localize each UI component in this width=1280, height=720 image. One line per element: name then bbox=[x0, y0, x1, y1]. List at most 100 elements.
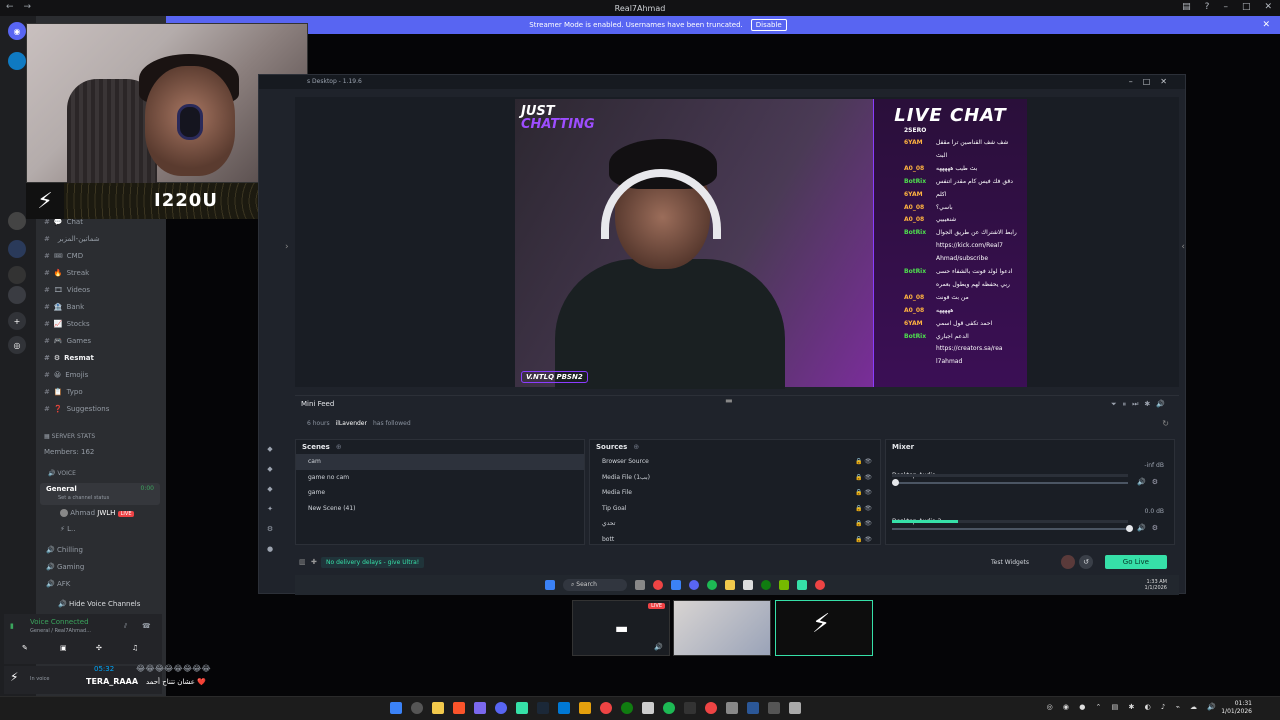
replay-icon[interactable]: ↺ bbox=[1079, 555, 1093, 569]
system-tray[interactable]: ◎ ◉ ● ⌃ ▤ ✱ ◐ ♪ ⌁ ☁ 🔊 bbox=[1047, 703, 1220, 711]
close-banner-icon[interactable]: ✕ bbox=[1262, 20, 1270, 30]
chrome-icon[interactable] bbox=[814, 580, 825, 590]
volume-slider[interactable] bbox=[892, 482, 1128, 484]
app-icon[interactable] bbox=[516, 702, 528, 714]
voice-category[interactable]: 🔊 VOICE bbox=[48, 470, 76, 477]
channel-item[interactable]: # 😀 Emojis bbox=[44, 371, 88, 379]
visibility-lock-icon[interactable]: 🔒 👁 bbox=[855, 470, 872, 486]
tool-icon[interactable]: ◆ bbox=[259, 445, 281, 465]
tool-icon[interactable]: ✦ bbox=[259, 505, 281, 525]
steam-icon[interactable] bbox=[670, 580, 681, 590]
minimize-icon[interactable]: – bbox=[1223, 2, 1228, 12]
steam-icon[interactable] bbox=[537, 702, 549, 714]
app-icon[interactable] bbox=[600, 702, 612, 714]
source-item[interactable]: Tip Goal 🔒 👁 bbox=[590, 501, 880, 517]
tool-icon[interactable]: ◆ bbox=[259, 465, 281, 485]
search-icon[interactable] bbox=[411, 702, 423, 714]
channel-item[interactable]: # 📋 Typo bbox=[44, 388, 83, 396]
nested-search[interactable]: ⌕ Search bbox=[563, 579, 627, 591]
scene-item[interactable]: game bbox=[296, 485, 584, 501]
refresh-icon[interactable]: ↻ bbox=[1162, 419, 1169, 428]
source-item[interactable]: Browser Source 🔒 👁 bbox=[590, 454, 880, 470]
visibility-lock-icon[interactable]: 🔒 👁 bbox=[855, 532, 872, 548]
collapse-left-icon[interactable]: › bbox=[285, 242, 289, 252]
visibility-lock-icon[interactable]: 🔒 👁 bbox=[855, 501, 872, 517]
windows-start-icon[interactable] bbox=[545, 580, 555, 590]
maximize-icon[interactable]: □ bbox=[1242, 2, 1251, 12]
brave-icon[interactable] bbox=[453, 702, 465, 714]
channel-item[interactable]: # 🔥 Streak bbox=[44, 269, 89, 277]
test-widgets-button[interactable]: Test Widgets bbox=[991, 559, 1029, 566]
channel-status[interactable]: Set a channel status bbox=[58, 495, 109, 501]
voice-channel-afk[interactable]: 🔊 AFK bbox=[46, 580, 70, 588]
collapse-right-icon[interactable]: ‹ bbox=[1181, 242, 1185, 252]
xbox-icon[interactable] bbox=[621, 702, 633, 714]
source-item[interactable]: تحدي 🔒 👁 bbox=[590, 516, 880, 532]
stats-icon[interactable]: ▥ bbox=[299, 558, 306, 566]
record-icon[interactable] bbox=[1061, 555, 1075, 569]
voice-user[interactable]: Ahmad JWLH LIVE bbox=[60, 509, 135, 517]
volume-knob[interactable] bbox=[1126, 525, 1133, 532]
close-icon[interactable]: ✕ bbox=[1264, 2, 1272, 12]
channel-item[interactable]: # ❓ Suggestions bbox=[44, 405, 109, 413]
server-icon[interactable] bbox=[8, 286, 26, 304]
window-thumbnail[interactable]: ⚡ bbox=[775, 600, 873, 656]
spotify-icon[interactable] bbox=[706, 580, 717, 590]
app-icon[interactable] bbox=[579, 702, 591, 714]
server-icon[interactable] bbox=[8, 212, 26, 230]
help-icon[interactable]: ? bbox=[1205, 2, 1210, 12]
screen-share-icon[interactable]: ▣ bbox=[60, 644, 67, 652]
window-controls[interactable]: ▤? – □ ✕ bbox=[1182, 2, 1272, 12]
app-icon[interactable] bbox=[684, 702, 696, 714]
voice-channel-chilling[interactable]: 🔊 Chilling bbox=[46, 546, 83, 554]
source-item[interactable]: bott 🔒 👁 bbox=[590, 532, 880, 548]
add-scene-icon[interactable]: ⊕ bbox=[336, 440, 342, 454]
channel-item[interactable]: # 🎟 CMD bbox=[44, 252, 83, 260]
mute-settings-icons[interactable]: 🔊⚙ bbox=[1137, 478, 1164, 486]
source-item[interactable]: Media File (بب1) 🔒 👁 bbox=[590, 470, 880, 486]
volume-slider[interactable] bbox=[892, 528, 1128, 530]
user-avatar-icon[interactable]: ⚡ bbox=[10, 670, 18, 684]
obs-window-controls[interactable]: –□✕ bbox=[1129, 75, 1177, 89]
forward-icon[interactable]: → bbox=[24, 2, 32, 12]
app-icon[interactable] bbox=[768, 702, 780, 714]
voice-user[interactable]: ⚡ L.. bbox=[60, 525, 76, 533]
discord-icon[interactable] bbox=[495, 702, 507, 714]
app-icon[interactable] bbox=[634, 580, 645, 590]
app-icon[interactable] bbox=[474, 702, 486, 714]
hide-voice-channels-button[interactable]: 🔊 Hide Voice Channels bbox=[58, 600, 140, 608]
mini-feed-controls[interactable]: ⏷⏸⏭✱🔊 bbox=[1111, 400, 1171, 409]
folder-icon[interactable] bbox=[432, 702, 444, 714]
app-icon[interactable] bbox=[789, 702, 801, 714]
channel-item[interactable]: # 📈 Stocks bbox=[44, 320, 90, 328]
stream-preview[interactable]: › ‹ JUST CHATTING V.NTLQ PBSN2 LIVE CHAT… bbox=[285, 97, 1185, 389]
channel-item[interactable]: # 🎞 Videos bbox=[44, 286, 90, 294]
user-icon[interactable]: ● bbox=[259, 545, 281, 565]
server-icon[interactable] bbox=[8, 240, 26, 258]
soundboard-icon[interactable]: ♫ bbox=[132, 644, 138, 652]
settings-icon[interactable]: ⚙ bbox=[259, 525, 281, 545]
scene-item[interactable]: cam bbox=[296, 454, 584, 470]
discord-home-icon[interactable]: ◉ bbox=[8, 22, 26, 40]
server-icon[interactable] bbox=[8, 52, 26, 70]
voice-channel-gaming[interactable]: 🔊 Gaming bbox=[46, 563, 84, 571]
source-item[interactable]: Media File 🔒 👁 bbox=[590, 485, 880, 501]
server-icon[interactable] bbox=[8, 266, 26, 284]
channel-item[interactable]: # ⚙ Resmat bbox=[44, 354, 94, 362]
visibility-lock-icon[interactable]: 🔒 👁 bbox=[855, 485, 872, 501]
xbox-icon[interactable] bbox=[760, 580, 771, 590]
app-icon[interactable] bbox=[726, 702, 738, 714]
voice-channel-general[interactable]: General Set a channel status 0:00 bbox=[40, 483, 160, 505]
folder-icon[interactable] bbox=[724, 580, 735, 590]
visibility-lock-icon[interactable]: 🔒 👁 bbox=[855, 516, 872, 532]
add-source-icon[interactable]: ⊕ bbox=[633, 440, 639, 454]
volume-knob[interactable] bbox=[892, 479, 899, 486]
activities-icon[interactable]: ✣ bbox=[96, 644, 102, 652]
nvidia-icon[interactable] bbox=[778, 580, 789, 590]
scene-item[interactable]: game no cam bbox=[296, 470, 584, 486]
visibility-lock-icon[interactable]: 🔒 👁 bbox=[855, 454, 872, 470]
inbox-icon[interactable]: ▤ bbox=[1182, 2, 1191, 12]
app-icon[interactable] bbox=[558, 702, 570, 714]
channel-item[interactable]: # شماتين-المزبر bbox=[44, 235, 100, 243]
tool-icon[interactable]: ◆ bbox=[259, 485, 281, 505]
